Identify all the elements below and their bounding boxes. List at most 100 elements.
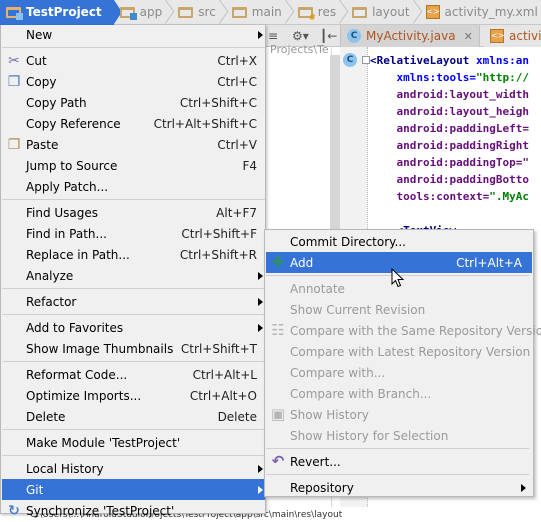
menu-item-optimize-imports[interactable]: Optimize Imports... Ctrl+Alt+O [2, 385, 265, 406]
menu-item-copy-path[interactable]: Copy Path Ctrl+Shift+C [2, 92, 265, 113]
menu-item-synchronize-testproject[interactable]: ↻ Synchronize 'TestProject' [2, 500, 265, 521]
menu-item-label: Copy [26, 74, 57, 89]
xml-file-icon: <> [425, 5, 440, 19]
menu-item-show-image-thumbnails[interactable]: Show Image Thumbnails Ctrl+Shift+T [2, 338, 265, 359]
menu-item-label: Git [26, 482, 44, 497]
menu-item-find-usages[interactable]: Find Usages Alt+F7 [2, 202, 265, 223]
code-line: android:paddingTop=" [370, 154, 541, 171]
menu-item-apply-patch[interactable]: Apply Patch... [2, 176, 265, 197]
breadcrumb-label: src [198, 5, 216, 19]
breadcrumb-item-app[interactable]: app [114, 0, 173, 25]
folder-icon [231, 6, 247, 18]
menu-item-label: Jump to Source [26, 158, 118, 173]
menu-item-shortcut: F4 [242, 158, 257, 173]
menu-item-shortcut: Ctrl+Shift+T [180, 341, 257, 356]
menu-item-add-to-favorites[interactable]: Add to Favorites [2, 317, 265, 338]
code-line: android:paddingRight [370, 137, 541, 154]
menu-item-make-module-testproject[interactable]: Make Module 'TestProject' [2, 432, 265, 453]
hide-panel-icon[interactable]: ┃← [320, 29, 337, 43]
menu-item-label: Reformat Code... [26, 367, 128, 382]
module-folder-icon [6, 6, 23, 20]
menu-item-reformat-code[interactable]: Reformat Code... Ctrl+Alt+L [2, 364, 265, 385]
breadcrumb-item-activity-my-xml[interactable]: <> activity_my.xml [420, 0, 541, 25]
menu-item-label: New [26, 27, 53, 42]
menu-item-new[interactable]: New [2, 24, 265, 45]
tab-activity-xml[interactable]: <> activity [484, 25, 541, 47]
menu-item-replace-in-path[interactable]: Replace in Path... Ctrl+Shift+R [2, 244, 265, 265]
menu-item-label: Find Usages [26, 205, 99, 220]
fold-marker-icon[interactable] [362, 56, 370, 64]
menu-item-shortcut: Alt+F7 [216, 205, 257, 220]
menu-item-label: Show History for Selection [290, 428, 449, 443]
code-line: android:layout_heigh [370, 103, 541, 120]
menu-item-copy[interactable]: ❐ Copy Ctrl+C [2, 71, 265, 92]
menu-item-refactor[interactable]: Refactor [2, 291, 265, 312]
paste-icon: ❐ [7, 137, 21, 153]
menu-item-jump-to-source[interactable]: Jump to Source F4 [2, 155, 265, 176]
menu-item-compare-with-the-same-repository-version: ☷ Compare with the Same Repository Versio… [266, 320, 541, 341]
menu-item-shortcut: Ctrl+Alt+A [456, 255, 522, 270]
menu-item-label: Compare with the Same Repository Version [290, 323, 541, 338]
menu-item-label: Paste [26, 137, 59, 152]
menu-item-label: Make Module 'TestProject' [26, 435, 181, 450]
breadcrumb-label: res [317, 5, 337, 19]
gear-icon[interactable]: ⚙▾ [292, 29, 309, 43]
copy-icon: ❐ [7, 74, 21, 90]
menu-item-label: Show History [290, 407, 369, 422]
menu-item-label: Show Current Revision [290, 302, 426, 317]
menu-item-delete[interactable]: Delete Delete [2, 406, 265, 427]
menu-item-label: Compare with... [290, 365, 386, 380]
code-line: <RelativeLayout xmlns:an [370, 52, 541, 69]
menu-item-find-in-path[interactable]: Find in Path... Ctrl+Shift+F [2, 223, 265, 244]
menu-item-shortcut: Ctrl+Shift+R [179, 247, 257, 262]
code-token: <RelativeLayout [370, 54, 476, 67]
menu-item-git[interactable]: Git [2, 479, 265, 500]
context-menu: New ✂ Cut Ctrl+X ❐ Copy Ctrl+C Copy Path Ctrl+Sh… [0, 24, 266, 519]
layout-folder-icon [352, 6, 368, 18]
menu-item-compare-with-latest-repository-version: Compare with Latest Repository Version [266, 341, 532, 362]
submenu-arrow-icon [258, 30, 263, 39]
code-editor[interactable]: <RelativeLayout xmlns:an xmlns:tools="ht… [370, 52, 541, 239]
breadcrumb-label: layout [372, 5, 410, 19]
menu-separator [2, 455, 265, 456]
menu-item-paste[interactable]: ❐ Paste Ctrl+V [2, 134, 265, 155]
menu-item-label: Optimize Imports... [26, 388, 142, 403]
menu-item-copy-reference[interactable]: Copy Reference Ctrl+Alt+Shift+C [2, 113, 265, 134]
breadcrumb-item-res[interactable]: res [292, 0, 346, 25]
breadcrumb-item-layout[interactable]: layout [346, 0, 419, 25]
code-token: xmlns:tools= [370, 71, 476, 84]
menu-item-label: Delete [26, 409, 66, 424]
menu-separator [266, 474, 529, 475]
menu-item-label: Replace in Path... [26, 247, 130, 262]
menu-item-commit-directory[interactable]: Commit Directory... [266, 231, 532, 252]
code-line: tools:context=".MyAc [370, 188, 541, 205]
breadcrumb-item-main[interactable]: main [226, 0, 292, 25]
breadcrumb-item-src[interactable]: src [172, 0, 226, 25]
breadcrumb-item-testproject[interactable]: TestProject [0, 0, 122, 25]
menu-item-label: Show Image Thumbnails [26, 341, 174, 356]
plus-icon: + [270, 251, 286, 272]
menu-item-shortcut: Ctrl+Shift+C [179, 95, 257, 110]
menu-item-label: Commit Directory... [290, 234, 406, 249]
code-line: xmlns:tools="http:// [370, 69, 541, 86]
code-token: android:paddingRight [370, 139, 529, 152]
menu-item-show-current-revision: Show Current Revision [266, 299, 532, 320]
menu-item-repository[interactable]: Repository [266, 477, 532, 498]
menu-item-shortcut: Ctrl+X [217, 53, 257, 68]
close-icon[interactable]: ✕ [464, 30, 473, 43]
collapse-all-icon[interactable]: ≡ [268, 29, 278, 43]
menu-item-revert[interactable]: ↶ Revert... [266, 451, 532, 472]
code-line: android:paddingLeft= [370, 120, 541, 137]
menu-item-shortcut: Ctrl+C [217, 74, 257, 89]
menu-item-label: Copy Path [26, 95, 87, 110]
submenu-arrow-icon [258, 464, 263, 473]
menu-item-analyze[interactable]: Analyze [2, 265, 265, 286]
code-token: tools:context= [370, 190, 490, 203]
menu-item-cut[interactable]: ✂ Cut Ctrl+X [2, 50, 265, 71]
code-token: android:layout_heigh [370, 105, 529, 118]
breadcrumb-label: main [251, 5, 282, 19]
code-token: "http:// [475, 71, 529, 84]
tab-label: MyActivity.java [366, 29, 456, 43]
tab-myactivity-java[interactable]: C MyActivity.java ✕ [340, 25, 480, 47]
menu-item-local-history[interactable]: Local History [2, 458, 265, 479]
